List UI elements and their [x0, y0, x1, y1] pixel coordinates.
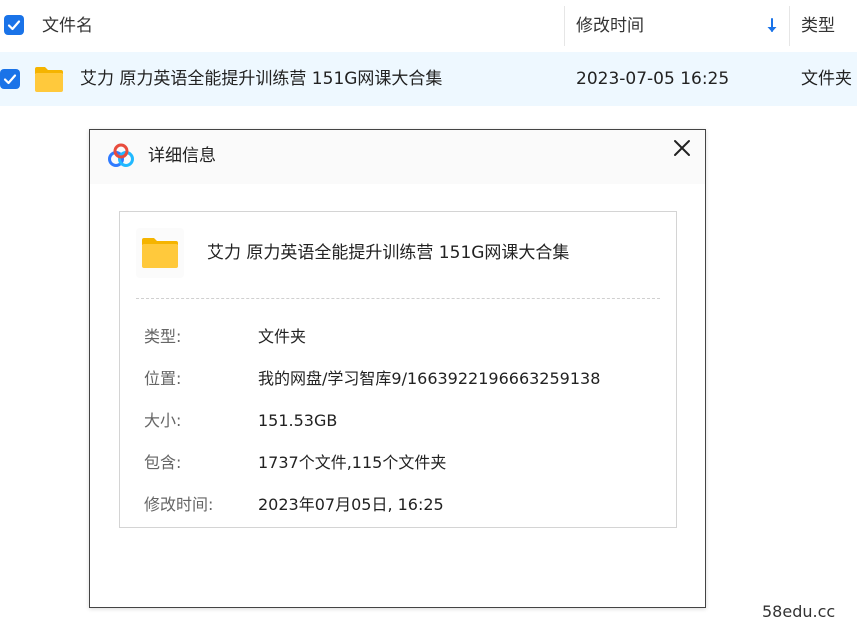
checkmark-icon — [7, 20, 21, 31]
file-list-header: 文件名 修改时间 类型 — [0, 0, 857, 52]
folder-icon — [35, 67, 63, 92]
folder-icon — [136, 228, 184, 278]
prop-value-location[interactable]: 我的网盘/学习智库9/1663922196663259138 — [258, 368, 600, 390]
baidu-netdisk-logo-icon — [108, 143, 134, 167]
file-type: 文件夹 — [801, 69, 852, 89]
select-all-checkbox[interactable] — [4, 15, 24, 35]
dialog-title-bar: 详细信息 — [90, 130, 705, 184]
prop-value-size: 151.53GB — [258, 411, 338, 430]
column-separator — [789, 6, 790, 46]
prop-value-contains: 1737个文件,115个文件夹 — [258, 453, 447, 472]
column-header-modified[interactable]: 修改时间 — [576, 15, 644, 37]
column-separator — [564, 6, 565, 46]
close-icon[interactable] — [670, 136, 694, 160]
details-file-name: 艾力 原力英语全能提升训练营 151G网课大合集 — [207, 243, 570, 263]
prop-value-modified: 2023年07月05日, 16:25 — [258, 495, 444, 514]
file-name[interactable]: 艾力 原力英语全能提升训练营 151G网课大合集 — [80, 68, 442, 90]
page: 文件名 修改时间 类型 艾力 原力英语全能提升训练营 151G网课大合集 202… — [0, 0, 857, 632]
watermark: 58edu.cc — [762, 602, 836, 621]
column-header-name[interactable]: 文件名 — [42, 15, 93, 37]
prop-label-type: 类型: — [144, 327, 182, 346]
dialog-title: 详细信息 — [148, 146, 216, 166]
prop-label-modified: 修改时间: — [144, 495, 214, 514]
column-header-type[interactable]: 类型 — [801, 15, 835, 37]
divider — [136, 298, 660, 299]
prop-label-location: 位置: — [144, 369, 182, 388]
prop-label-contains: 包含: — [144, 453, 182, 472]
details-dialog: 详细信息 艾力 原力英语全能提升训练营 151G网课大合集 类型: 文件夹 位置… — [89, 129, 706, 608]
row-checkbox[interactable] — [0, 69, 20, 89]
arrow-down-icon[interactable] — [764, 16, 780, 36]
file-modified-time: 2023-07-05 16:25 — [576, 69, 730, 89]
checkmark-icon — [3, 74, 17, 85]
prop-label-size: 大小: — [144, 411, 182, 430]
details-card: 艾力 原力英语全能提升训练营 151G网课大合集 类型: 文件夹 位置: 我的网… — [119, 211, 677, 528]
prop-value-type: 文件夹 — [258, 327, 307, 346]
file-row[interactable]: 艾力 原力英语全能提升训练营 151G网课大合集 2023-07-05 16:2… — [0, 52, 857, 106]
